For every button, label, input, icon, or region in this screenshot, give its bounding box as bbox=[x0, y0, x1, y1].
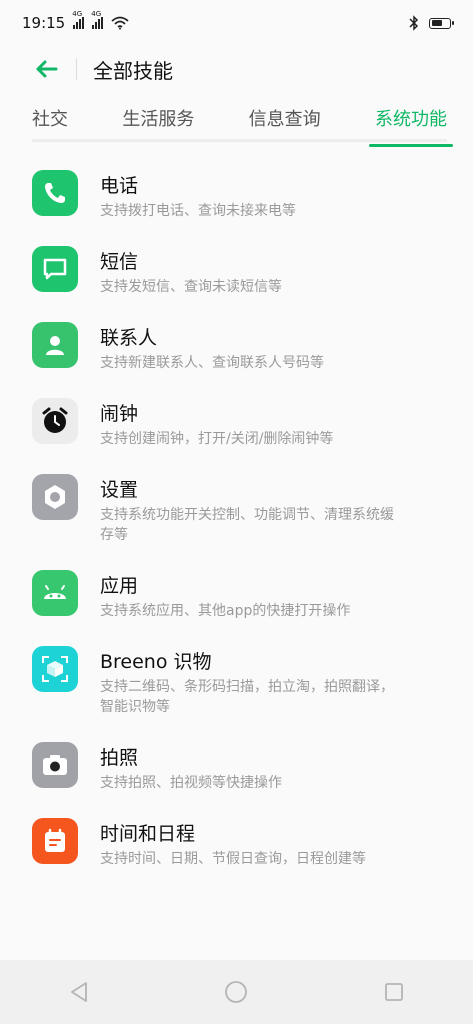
skill-desc: 支持发短信、查询未读短信等 bbox=[100, 279, 282, 295]
recent-square-icon bbox=[385, 983, 404, 1001]
skill-desc: 支持创建闹钟，打开/关闭/删除闹钟等 bbox=[100, 431, 334, 447]
network-type-label-1: 4G bbox=[72, 10, 83, 18]
arrow-left-icon bbox=[36, 60, 58, 78]
skill-desc: 支持拍照、拍视频等快捷操作 bbox=[100, 775, 282, 791]
status-right bbox=[409, 15, 454, 31]
header-divider bbox=[76, 58, 77, 80]
skill-title: 时间和日程 bbox=[100, 823, 196, 845]
status-bar: 19:15 4G 4G bbox=[0, 0, 473, 46]
skill-item-contacts[interactable]: 联系人 支持新建联系人、查询联系人号码等 bbox=[32, 322, 447, 373]
wifi-icon bbox=[111, 16, 129, 30]
skill-item-alarm[interactable]: 闹钟 支持创建闹钟，打开/关闭/删除闹钟等 bbox=[32, 398, 447, 449]
skill-item-settings[interactable]: 设置 支持系统功能开关控制、功能调节、清理系统缓 存等 bbox=[32, 474, 447, 545]
skill-item-sms[interactable]: 短信 支持发短信、查询未读短信等 bbox=[32, 246, 447, 297]
page-title: 全部技能 bbox=[93, 58, 173, 83]
signal-icon-2: 4G bbox=[91, 11, 104, 29]
skill-title: 设置 bbox=[100, 479, 139, 501]
skill-title: Breeno 识物 bbox=[100, 651, 212, 673]
back-button[interactable] bbox=[16, 46, 76, 92]
home-circle-icon bbox=[225, 981, 248, 1003]
skill-list: 电话 支持拨打电话、查询未接来电等 短信 支持发短信、查询未读短信等 联系人 支… bbox=[32, 170, 447, 894]
bluetooth-icon bbox=[409, 15, 419, 31]
skill-title: 电话 bbox=[100, 175, 139, 197]
skill-desc: 支持二维码、条形码扫描，拍立淘，拍照翻译， bbox=[100, 679, 394, 695]
skill-title: 短信 bbox=[100, 251, 139, 273]
battery-icon bbox=[429, 17, 454, 29]
alarm-clock-icon bbox=[32, 398, 78, 444]
tab-info-query[interactable]: 信息查询 bbox=[249, 95, 321, 141]
skill-desc: 支持系统应用、其他app的快捷打开操作 bbox=[100, 603, 351, 619]
tab-system-functions[interactable]: 系统功能 bbox=[368, 95, 453, 147]
network-type-label-2: 4G bbox=[91, 10, 102, 18]
skill-desc: 支持系统功能开关控制、功能调节、清理系统缓 bbox=[100, 507, 394, 523]
back-triangle-icon bbox=[70, 982, 87, 1002]
signal-icon-1: 4G bbox=[72, 11, 85, 29]
tab-life-services[interactable]: 生活服务 bbox=[122, 95, 194, 141]
skill-desc: 支持时间、日期、节假日查询，日程创建等 bbox=[100, 851, 366, 867]
skill-item-camera[interactable]: 拍照 支持拍照、拍视频等快捷操作 bbox=[32, 742, 447, 793]
system-nav-bar bbox=[0, 960, 473, 1024]
status-time: 19:15 bbox=[22, 14, 66, 32]
tab-social[interactable]: 社交 bbox=[32, 95, 68, 141]
skill-title: 应用 bbox=[100, 575, 139, 597]
android-icon bbox=[32, 570, 78, 616]
contact-icon bbox=[32, 322, 78, 368]
skill-item-time-schedule[interactable]: 时间和日程 支持时间、日期、节假日查询，日程创建等 bbox=[32, 818, 447, 869]
message-icon bbox=[32, 246, 78, 292]
nav-back-button[interactable] bbox=[49, 962, 109, 1022]
skill-item-breeno-vision[interactable]: Breeno 识物 支持二维码、条形码扫描，拍立淘，拍照翻译， 智能识物等 bbox=[32, 646, 447, 717]
nav-recent-button[interactable] bbox=[364, 962, 424, 1022]
skill-desc: 支持拨打电话、查询未接来电等 bbox=[100, 203, 296, 219]
skill-item-phone[interactable]: 电话 支持拨打电话、查询未接来电等 bbox=[32, 170, 447, 221]
header: 全部技能 bbox=[0, 46, 473, 92]
skill-item-apps[interactable]: 应用 支持系统应用、其他app的快捷打开操作 bbox=[32, 570, 447, 621]
skill-title: 联系人 bbox=[100, 327, 158, 349]
skill-desc-line2: 存等 bbox=[100, 527, 128, 543]
nav-home-button[interactable] bbox=[206, 962, 266, 1022]
tab-bar: 社交 生活服务 信息查询 系统功能 bbox=[32, 95, 453, 147]
skill-title: 拍照 bbox=[100, 747, 139, 769]
scan-cube-icon bbox=[32, 646, 78, 692]
phone-icon bbox=[32, 170, 78, 216]
skill-desc: 支持新建联系人、查询联系人号码等 bbox=[100, 355, 324, 371]
skill-title: 闹钟 bbox=[100, 403, 139, 425]
calendar-icon bbox=[32, 818, 78, 864]
skill-desc-line2: 智能识物等 bbox=[100, 699, 170, 715]
status-left: 19:15 4G 4G bbox=[22, 11, 129, 32]
settings-icon bbox=[32, 474, 78, 520]
camera-icon bbox=[32, 742, 78, 788]
